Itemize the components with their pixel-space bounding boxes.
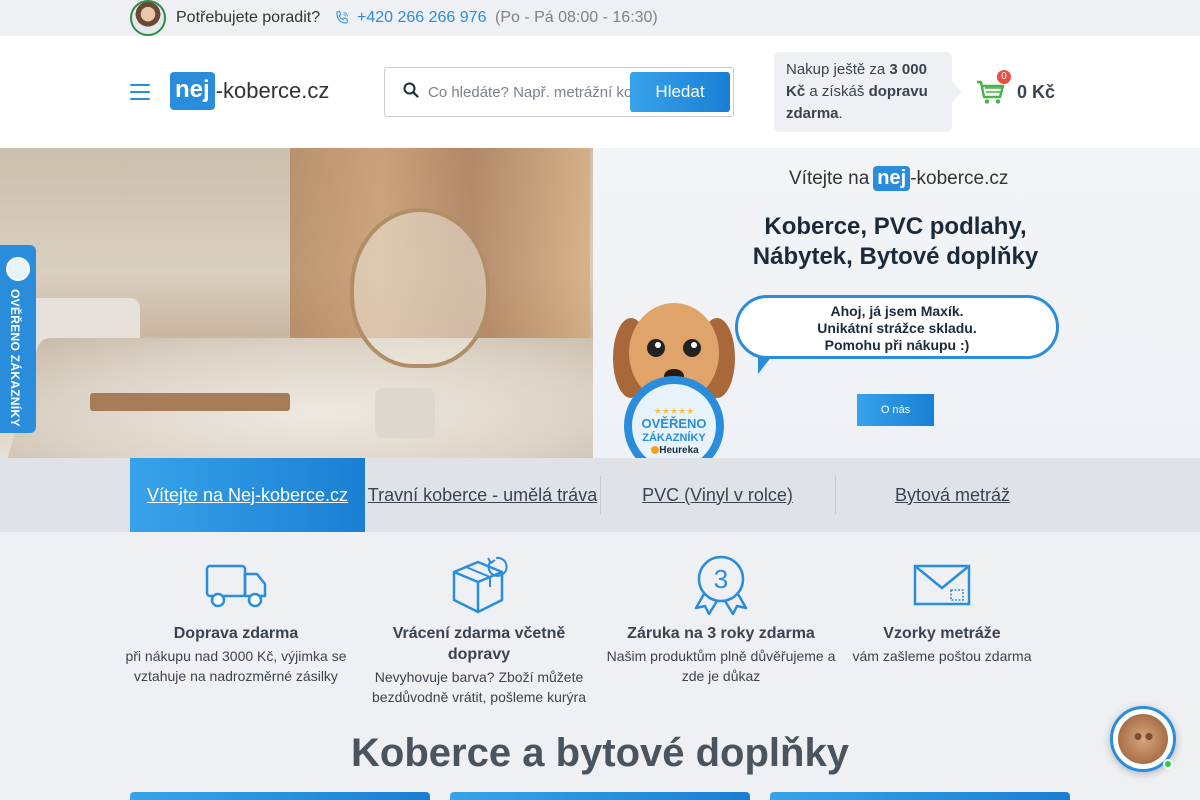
- welcome-prefix: Vítejte na: [789, 167, 870, 189]
- search-input[interactable]: [428, 80, 633, 104]
- seal-text-1: OVĚŘENO: [641, 416, 706, 431]
- seal-text-2: ZÁKAZNÍKY: [642, 431, 706, 444]
- hero-headline: Koberce, PVC podlahy, Nábytek, Bytové do…: [723, 212, 1068, 272]
- bubble-line-3: Pomohu při nákupu :): [824, 337, 970, 353]
- tab-carpet-rolls[interactable]: Bytová metráž: [835, 458, 1070, 532]
- category-tabs: Vítejte na Nej-koberce.cz Travní koberce…: [0, 458, 1200, 532]
- benefit-desc: při nákupu nad 3000 Kč, výjimka se vztah…: [125, 648, 347, 684]
- cart-count-badge: 0: [997, 70, 1011, 84]
- headline-line-2: Nábytek, Bytové doplňky: [752, 243, 1039, 270]
- category-card[interactable]: [770, 792, 1070, 800]
- verified-seal-icon: [6, 257, 30, 281]
- cart-button[interactable]: 0: [976, 70, 1011, 106]
- section-title: Koberce a bytové doplňky: [351, 731, 849, 775]
- warranty-badge-icon: 3: [694, 555, 748, 616]
- benefit-free-returns: Vrácení zdarma včetně dopravy Nevyhovuje…: [361, 552, 597, 707]
- benefit-desc: vám zašleme poštou zdarma: [852, 648, 1032, 664]
- search-box: Hledat: [384, 67, 734, 117]
- seal-brand: Heureka: [659, 445, 699, 456]
- tab-welcome[interactable]: Vítejte na Nej-koberce.cz: [130, 458, 365, 532]
- benefit-warranty: 3 Záruka na 3 roky zdarma Našim produktů…: [603, 552, 839, 686]
- benefit-title: Záruka na 3 roky zdarma: [627, 625, 815, 642]
- benefits-row: Doprava zdarma při nákupu nad 3000 Kč, v…: [0, 532, 1200, 722]
- benefit-desc: Našim produktům plně důvěřujeme a zde je…: [606, 648, 836, 684]
- site-header: nej -koberce.cz Hledat Nakup ještě za 3 …: [0, 36, 1200, 148]
- search-button[interactable]: Hledat: [630, 72, 730, 112]
- category-card[interactable]: [130, 792, 430, 800]
- tab-pvc[interactable]: PVC (Vinyl v rolce): [600, 458, 835, 532]
- hero-welcome: Vítejte na nej -koberce.cz: [789, 166, 1008, 191]
- search-icon: [403, 82, 419, 98]
- hero-banner[interactable]: Vítejte na nej -koberce.cz Koberce, PVC …: [0, 148, 1200, 458]
- cart-total[interactable]: 0 Kč: [1017, 82, 1055, 103]
- logo-badge: nej: [170, 72, 215, 110]
- hero-promo: Vítejte na nej -koberce.cz Koberce, PVC …: [593, 148, 1200, 458]
- top-bar: Potřebujete poradit? +420 266 266 976 (P…: [0, 0, 1200, 36]
- benefit-title: Vrácení zdarma včetně dopravy: [392, 625, 566, 663]
- mascot-dog-icon: ★★★★★ OVĚŘENO ZÁKAZNÍKY Heureka: [613, 303, 735, 458]
- envelope-icon: [913, 564, 971, 606]
- about-us-button[interactable]: O nás: [857, 394, 934, 426]
- phone-icon: [334, 10, 350, 26]
- warranty-number: 3: [714, 564, 728, 594]
- chat-mascot-avatar: [1118, 714, 1168, 764]
- verified-badge-text: OVĚŘENO ZÁKAZNÍKY: [8, 289, 22, 427]
- phone-link[interactable]: +420 266 266 976: [357, 9, 486, 27]
- benefit-desc: Nevyhovuje barva? Zboží můžete bezdůvodn…: [372, 669, 586, 705]
- benefit-free-shipping: Doprava zdarma při nákupu nad 3000 Kč, v…: [118, 552, 354, 686]
- shipping-end: .: [838, 105, 843, 122]
- welcome-logo-badge: nej: [873, 166, 911, 191]
- online-status-dot: [1163, 759, 1173, 769]
- benefit-title: Doprava zdarma: [173, 625, 299, 642]
- site-logo[interactable]: nej -koberce.cz: [170, 71, 329, 111]
- mascot-speech-bubble: Ahoj, já jsem Maxík. Unikátní strážce sk…: [735, 295, 1059, 374]
- welcome-logo-text: -koberce.cz: [910, 167, 1009, 189]
- shipping-prefix: Nakup ještě za: [786, 61, 886, 78]
- benefit-title: Vzorky metráže: [883, 625, 1001, 642]
- headline-line-1: Koberce, PVC podlahy,: [764, 213, 1027, 240]
- logo-text: -koberce.cz: [215, 78, 330, 103]
- verified-customers-badge[interactable]: OVĚŘENO ZÁKAZNÍKY: [0, 245, 36, 433]
- hero-photo: [0, 148, 593, 458]
- free-shipping-note: Nakup ještě za 3 000 Kč a získáš dopravu…: [774, 52, 962, 132]
- menu-icon[interactable]: [130, 84, 150, 100]
- help-text: Potřebujete poradit?: [176, 9, 321, 26]
- support-agent-avatar: [130, 0, 166, 36]
- bubble-line-2: Unikátní strážce skladu.: [817, 320, 977, 336]
- benefit-samples: Vzorky metráže vám zašleme poštou zdarma: [824, 552, 1060, 666]
- category-card[interactable]: [450, 792, 750, 800]
- shipping-mid: a získáš: [809, 83, 865, 100]
- bubble-line-1: Ahoj, já jsem Maxík.: [830, 303, 964, 319]
- box-return-icon: [452, 556, 508, 614]
- tab-artificial-grass[interactable]: Travní koberce - umělá tráva: [365, 458, 600, 532]
- opening-hours: (Po - Pá 08:00 - 16:30): [495, 9, 658, 26]
- truck-icon: [205, 564, 267, 608]
